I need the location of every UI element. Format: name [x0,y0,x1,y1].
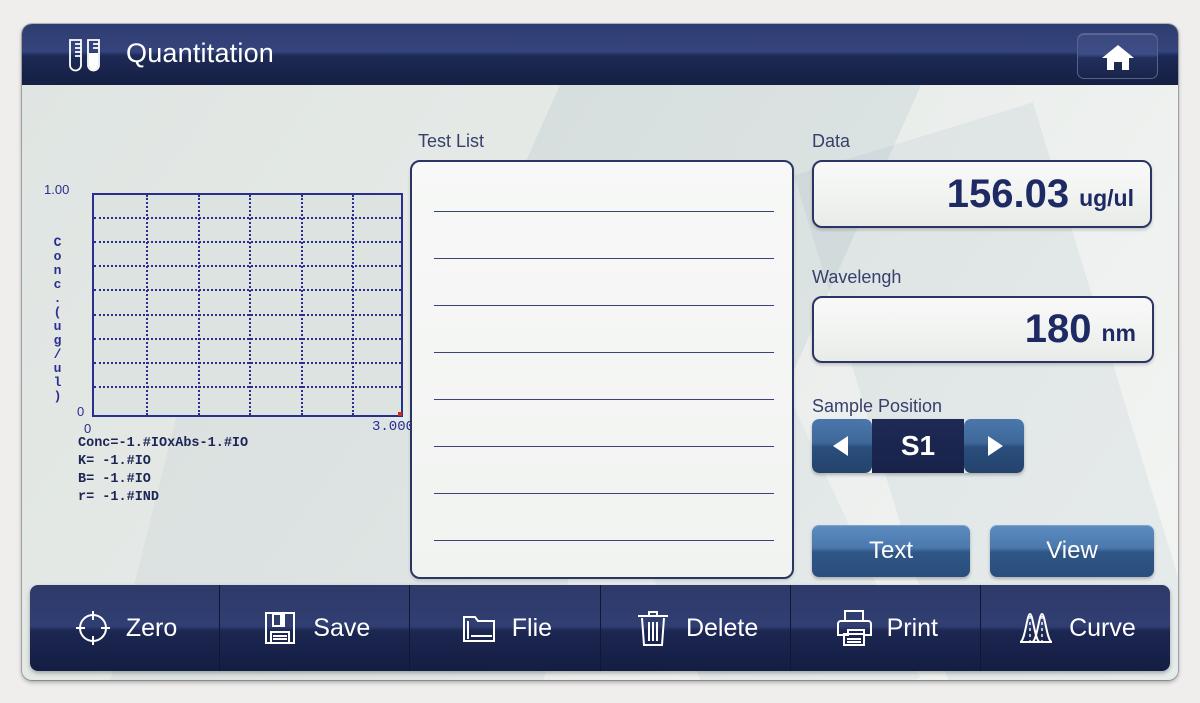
bottom-toolbar: Zero [30,585,1170,671]
wavelength-unit: nm [1102,320,1137,347]
list-item[interactable] [434,258,774,259]
fit-equation-text: Conc=-1.#IOxAbs-1.#IO K= -1.#IO B= -1.#I… [78,435,248,507]
save-button[interactable]: Save [220,585,410,671]
target-icon [72,607,114,649]
sample-position-next-button[interactable] [964,419,1024,473]
curve-button[interactable]: Curve [981,585,1170,671]
delete-label: Delete [686,614,758,643]
list-item[interactable] [434,446,774,447]
home-button[interactable] [1077,33,1158,79]
title-bar: Quantitation [22,24,1178,86]
zero-button[interactable]: Zero [30,585,220,671]
wavelength-label: Wavelengh [812,267,901,288]
curve-peaks-icon [1015,607,1057,649]
file-button[interactable]: Flie [410,585,600,671]
wavelength-value-box[interactable]: 180 nm [812,296,1154,363]
trash-icon [632,607,674,649]
device-window: Quantitation 1.00 0 Conc.(ug/ul) 0 3.000 [22,24,1178,680]
print-label: Print [887,614,938,643]
main-content: 1.00 0 Conc.(ug/ul) 0 3.000 [22,85,1178,680]
data-value: 156.03 [947,172,1069,217]
home-icon [1101,44,1135,71]
folder-icon [458,607,500,649]
x-axis-tick-max: 3.000 [372,419,414,435]
plot-area [92,193,403,417]
list-item[interactable] [434,399,774,400]
sample-position-value: S1 [872,419,964,473]
sample-position-prev-button[interactable] [812,419,872,473]
data-label: Data [812,131,850,152]
equation-line: B= -1.#IO [78,471,248,489]
right-triangle-icon [981,433,1007,459]
data-value-box[interactable]: 156.03 ug/ul [812,160,1152,228]
page-title: Quantitation [126,24,274,83]
y-axis-label: Conc.(ug/ul) [50,235,65,403]
wavelength-value: 180 [1025,307,1092,352]
equation-line: Conc=-1.#IOxAbs-1.#IO [78,435,248,453]
print-button[interactable]: Print [791,585,981,671]
list-item[interactable] [434,305,774,306]
printer-icon [833,607,875,649]
list-item[interactable] [434,211,774,212]
sample-position-label: Sample Position [812,396,942,417]
equation-line: K= -1.#IO [78,453,248,471]
test-tube-icon [64,38,108,74]
list-item[interactable] [434,493,774,494]
curve-label: Curve [1069,614,1136,643]
y-axis-tick-min: 0 [77,404,84,419]
test-list-label: Test List [418,131,484,152]
x-axis-tick-min: 0 [84,421,91,436]
list-item[interactable] [434,540,774,541]
test-list-panel[interactable] [410,160,794,579]
data-unit: ug/ul [1079,185,1134,212]
file-label: Flie [512,614,552,643]
zero-label: Zero [126,614,177,643]
sample-position-stepper[interactable]: S1 [812,419,1024,473]
list-item[interactable] [434,352,774,353]
save-label: Save [313,614,370,643]
quantitation-screen: Quantitation 1.00 0 Conc.(ug/ul) 0 3.000 [0,0,1200,703]
delete-button[interactable]: Delete [601,585,791,671]
data-point-marker [398,412,402,416]
calibration-chart[interactable]: 1.00 0 Conc.(ug/ul) 0 3.000 [22,85,422,525]
view-button[interactable]: View [990,525,1154,577]
text-button[interactable]: Text [812,525,970,577]
equation-line: r= -1.#IND [78,489,248,507]
floppy-disk-icon [259,607,301,649]
y-axis-tick-max: 1.00 [44,182,69,197]
left-triangle-icon [829,433,855,459]
